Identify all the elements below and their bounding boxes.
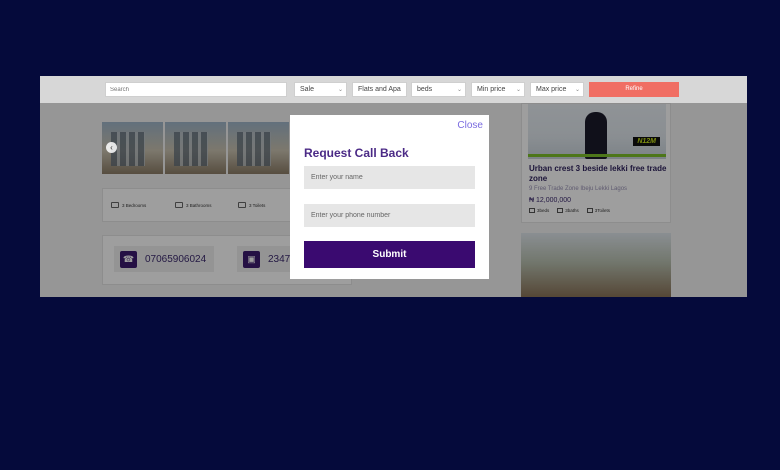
property-type-select[interactable]: Flats and Apa (352, 82, 407, 97)
name-field[interactable] (304, 166, 475, 189)
chevron-down-icon: ⌄ (456, 87, 462, 93)
chevron-down-icon: ⌄ (337, 87, 343, 93)
beds-select[interactable]: beds ⌄ (411, 82, 466, 97)
property-type-value: Flats and Apa (358, 86, 401, 93)
max-price-select[interactable]: Max price ⌄ (530, 82, 584, 97)
sale-type-value: Sale (300, 86, 315, 93)
chevron-down-icon: ⌄ (574, 87, 580, 93)
browser-viewport: Sale ⌄ Flats and Apa beds ⌄ Min price ⌄ … (40, 76, 747, 297)
request-callback-modal: Close Request Call Back Submit (290, 115, 489, 279)
min-price-select[interactable]: Min price ⌄ (471, 82, 525, 97)
submit-button[interactable]: Submit (304, 241, 475, 268)
refine-button[interactable]: Refine (589, 82, 679, 97)
search-bar: Sale ⌄ Flats and Apa beds ⌄ Min price ⌄ … (40, 76, 747, 103)
chevron-down-icon: ⌄ (515, 87, 521, 93)
close-button[interactable]: Close (457, 120, 483, 131)
search-input[interactable] (105, 82, 287, 97)
sale-type-select[interactable]: Sale ⌄ (294, 82, 347, 97)
modal-title: Request Call Back (304, 146, 409, 160)
max-price-value: Max price (536, 86, 567, 93)
beds-value: beds (417, 86, 433, 93)
phone-number-field[interactable] (304, 204, 475, 227)
gallery-prev-arrow-icon[interactable]: ‹ (106, 142, 117, 153)
min-price-value: Min price (477, 86, 506, 93)
